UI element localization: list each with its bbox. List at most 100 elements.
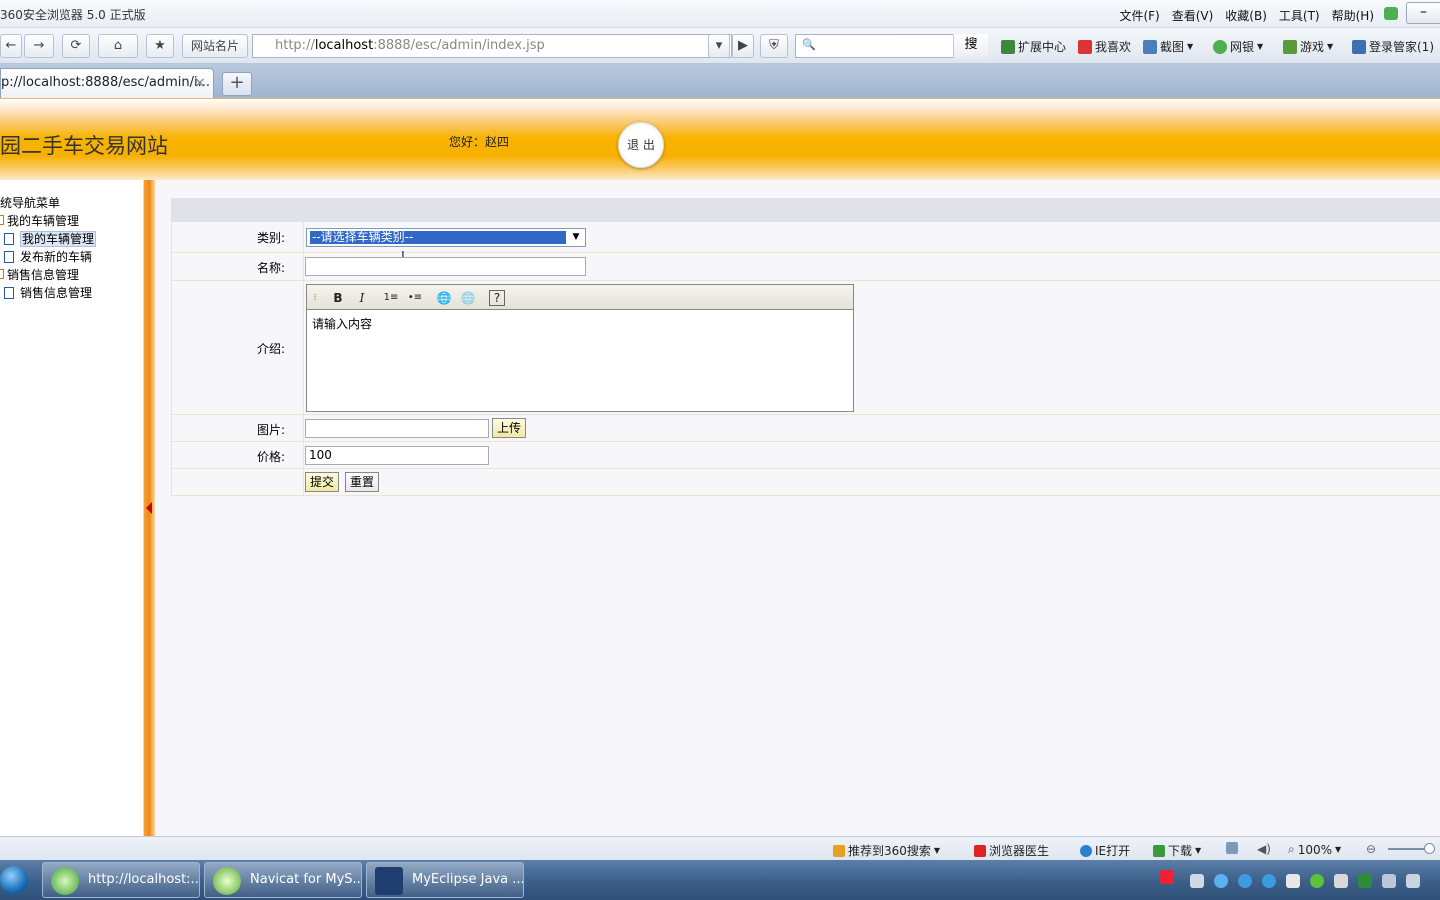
refresh-button[interactable]: ⟳ <box>62 34 90 58</box>
italic-button[interactable]: I <box>353 289 371 307</box>
page-icon <box>4 233 14 245</box>
status-ie-open[interactable]: IE打开 <box>1080 842 1130 859</box>
tray-icon-6[interactable] <box>1310 874 1324 888</box>
toolbar-screenshot-label: 截图 <box>1160 40 1185 54</box>
tray-icon-2[interactable] <box>1214 874 1228 888</box>
remove-link-button[interactable]: 🌐 <box>459 289 477 307</box>
tray-icon-4[interactable] <box>1262 874 1276 888</box>
ie-icon <box>1080 844 1092 857</box>
intro-editor-text: 请输入内容 <box>312 317 373 331</box>
upload-button[interactable]: 上传 <box>492 418 527 438</box>
toolbar-games[interactable]: 游戏 ▼ <box>1283 38 1333 55</box>
status-recommend-360[interactable]: 推荐到360搜索 ▼ <box>833 842 940 859</box>
home-icon: ⌂ <box>113 38 123 53</box>
status-window-icon[interactable] <box>1226 842 1238 854</box>
sidebar-item-publish-vehicle[interactable]: 发布新的车辆 <box>4 248 92 265</box>
toolbar-extensions[interactable]: 扩展中心 <box>1001 38 1066 55</box>
toolbar-screenshot[interactable]: 截图 ▼ <box>1143 38 1193 55</box>
bold-button[interactable]: B <box>329 289 347 307</box>
category-label: 类别: <box>257 231 286 245</box>
volume-icon[interactable] <box>1406 874 1420 888</box>
sidebar-item-label: 发布新的车辆 <box>20 250 93 264</box>
sidebar-item-sales-info[interactable]: 销售信息管理 <box>4 284 92 301</box>
help-button[interactable]: ? <box>489 290 505 306</box>
sidebar-root: 统导航菜单 <box>0 196 61 210</box>
favorite-star-button[interactable]: ★ <box>146 34 174 58</box>
taskbar-item-browser[interactable]: http://localhost:... <box>42 862 200 898</box>
taskbar-item-label: MyEclipse Java ... <box>412 872 524 887</box>
go-button[interactable]: ▶ <box>732 34 754 58</box>
toolbar-bank[interactable]: 网银 ▼ <box>1213 38 1263 55</box>
tray-icon-7[interactable] <box>1334 874 1348 888</box>
browser-title: 360安全浏览器 5.0 正式版 <box>0 8 146 22</box>
browser-title-bar: 360安全浏览器 5.0 正式版 文件(F) 查看(V) 收藏(B) 工具(T)… <box>0 0 1440 28</box>
menu-view[interactable]: 查看(V) <box>1172 7 1214 24</box>
address-dropdown-button[interactable]: ▾ <box>708 34 730 58</box>
tray-icon-8[interactable] <box>1358 874 1372 888</box>
bank-icon <box>1213 39 1227 54</box>
category-selected-value: --请选择车辆类别-- <box>310 231 566 244</box>
taskbar-item-myeclipse[interactable]: MyEclipse Java ... <box>366 862 524 898</box>
taskbar-item-navicat[interactable]: Navicat for MyS... <box>204 862 362 898</box>
back-button[interactable]: ← <box>0 34 22 58</box>
category-select[interactable]: --请选择车辆类别-- ▼ <box>306 228 586 247</box>
myeclipse-app-icon <box>375 867 403 895</box>
back-arrow-icon: ← <box>5 38 17 53</box>
forward-arrow-icon: → <box>33 38 45 53</box>
taskbar-item-label: Navicat for MyS... <box>250 872 362 887</box>
status-sound-icon[interactable]: ◀) <box>1257 842 1271 856</box>
screenshot-icon <box>1143 39 1157 54</box>
price-input[interactable]: 100 <box>305 446 489 465</box>
sidebar-group-my-vehicles[interactable]: 我的车辆管理 <box>0 212 79 229</box>
price-label: 价格: <box>257 450 286 464</box>
tab-close-icon[interactable]: × <box>194 76 206 90</box>
minimize-button[interactable]: – <box>1406 2 1440 24</box>
home-button[interactable]: ⌂ <box>98 34 138 58</box>
site-cards-button[interactable]: 网站名片 <box>182 34 248 58</box>
forward-button[interactable]: → <box>24 34 54 58</box>
insert-link-button[interactable]: 🌐 <box>435 289 453 307</box>
shield-icon: ⛨ <box>769 38 779 53</box>
key-icon <box>1352 39 1366 54</box>
zoom-slider-handle[interactable] <box>1424 843 1435 854</box>
reset-button[interactable]: 重置 <box>345 472 380 492</box>
tray-icon-5[interactable] <box>1286 874 1300 888</box>
menu-tools[interactable]: 工具(T) <box>1279 7 1320 24</box>
status-browser-doctor[interactable]: 浏览器医生 <box>974 842 1049 859</box>
name-input[interactable] <box>305 257 586 276</box>
skin-icon[interactable] <box>1384 7 1398 20</box>
zoom-level: 100% <box>1297 842 1333 857</box>
new-tab-button[interactable]: + <box>222 72 252 96</box>
logout-button[interactable]: 退 出 <box>618 122 664 168</box>
cube-icon <box>1001 39 1015 54</box>
sidebar-item-my-vehicles[interactable]: 我的车辆管理 <box>4 230 97 247</box>
status-download[interactable]: 下载 ▼ <box>1153 842 1201 859</box>
image-input[interactable] <box>305 419 489 438</box>
search-button[interactable]: 搜 <box>953 34 988 58</box>
sidebar-group-sales[interactable]: 销售信息管理 <box>0 266 79 283</box>
menu-favorites[interactable]: 收藏(B) <box>1225 7 1267 24</box>
tray-icon-3[interactable] <box>1238 874 1252 888</box>
sidebar-item-label: 我的车辆管理 <box>20 231 97 247</box>
security-shield-button[interactable]: ⛨ <box>760 34 788 58</box>
toolbar-likes[interactable]: 我喜欢 <box>1078 38 1131 55</box>
toolbar-login-manager[interactable]: 登录管家(1) <box>1352 38 1434 55</box>
network-icon[interactable] <box>1382 874 1396 888</box>
bullet-list-button[interactable]: •≡ <box>406 289 424 307</box>
start-button-icon[interactable] <box>0 866 28 894</box>
submit-button[interactable]: 提交 <box>305 472 340 492</box>
form-header <box>171 198 1440 222</box>
toolbar-bank-label: 网银 <box>1230 40 1255 54</box>
address-bar[interactable]: http://localhost:8888/esc/admin/index.js… <box>252 34 732 58</box>
collapse-arrow-icon[interactable] <box>146 502 152 514</box>
ordered-list-button[interactable]: 1≡ <box>382 289 400 307</box>
tab-current[interactable]: p://localhost:8888/esc/admin/i... <box>0 68 214 98</box>
sogou-ime-icon[interactable] <box>1160 870 1174 884</box>
toolbar-games-label: 游戏 <box>1300 40 1325 54</box>
menu-help[interactable]: 帮助(H) <box>1332 7 1374 24</box>
address-path: :8888/esc/admin/index.jsp <box>373 38 545 53</box>
zoom-out-button[interactable]: ⊖ <box>1366 842 1376 856</box>
menu-file[interactable]: 文件(F) <box>1119 7 1159 24</box>
tray-icon-1[interactable] <box>1190 874 1204 888</box>
status-zoom[interactable]: ⌕ 100% ▼ <box>1288 842 1341 857</box>
